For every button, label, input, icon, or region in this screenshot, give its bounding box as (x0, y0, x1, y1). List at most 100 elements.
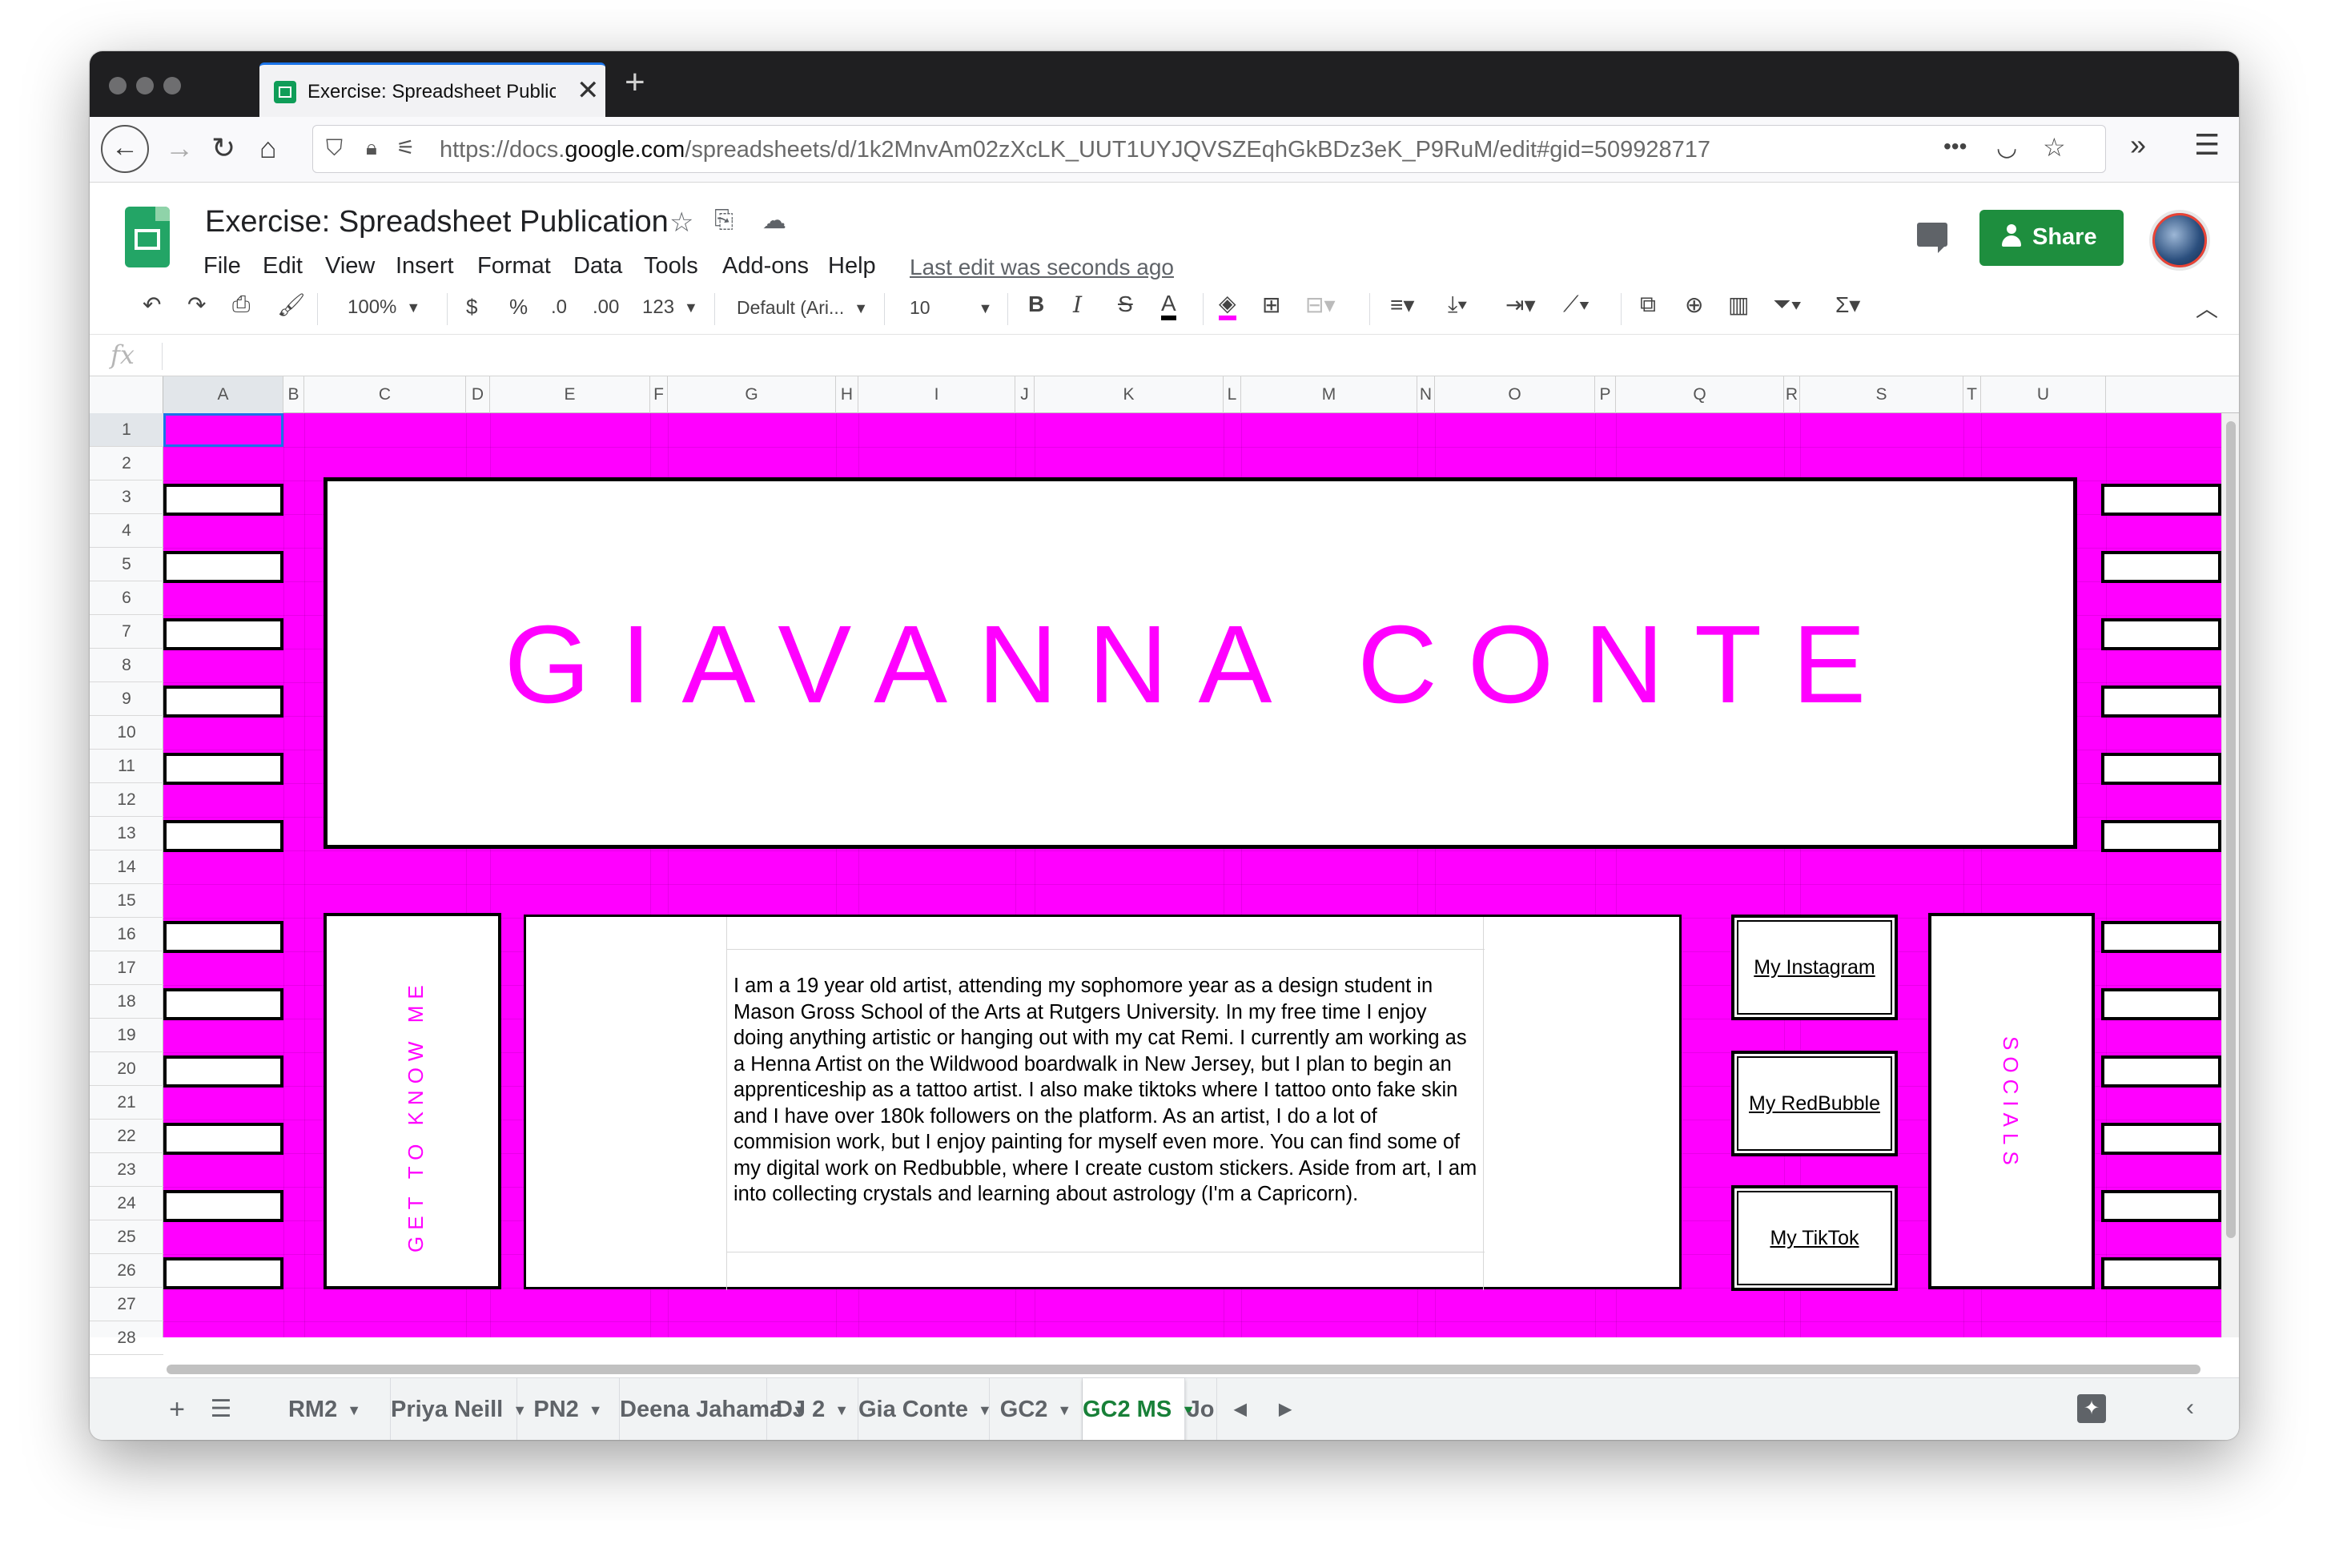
row-header-26[interactable]: 26 (90, 1254, 163, 1288)
tiktok-link-box[interactable]: My TikTok (1731, 1185, 1898, 1291)
url-text[interactable]: https://docs.google.com/spreadsheets/d/1… (440, 137, 1710, 163)
column-header-m[interactable]: M (1241, 376, 1417, 413)
get-to-know-me-panel[interactable]: GET TO KNOW ME (324, 913, 501, 1289)
row-header-8[interactable]: 8 (90, 649, 163, 682)
column-header-n[interactable]: N (1417, 376, 1435, 413)
menu-tools[interactable]: Tools (644, 253, 698, 279)
right-stripe-block[interactable] (2101, 484, 2221, 516)
row-header-20[interactable]: 20 (90, 1052, 163, 1086)
menu-data[interactable]: Data (573, 253, 622, 279)
column-header-l[interactable]: L (1224, 376, 1241, 413)
right-stripe-block[interactable] (2101, 1123, 2221, 1155)
new-tab-button[interactable]: + (625, 62, 645, 103)
star-icon[interactable]: ☆ (669, 207, 693, 239)
hamburger-menu-icon[interactable]: ☰ (2194, 128, 2220, 162)
row-header-2[interactable]: 2 (90, 447, 163, 480)
row-header-3[interactable]: 3 (90, 480, 163, 514)
sheet-tab-gia-conte[interactable]: Gia Conte ▼ (858, 1378, 992, 1440)
row-header-12[interactable]: 12 (90, 783, 163, 817)
font-family-select[interactable]: Default (Ari... ▼ (737, 297, 868, 319)
forward-icon[interactable]: → (165, 131, 194, 165)
left-stripe-block[interactable] (163, 685, 283, 718)
sheet-tab-rm2[interactable]: RM2 ▼ (259, 1378, 391, 1440)
column-header-b[interactable]: B (283, 376, 304, 413)
functions-icon[interactable]: Σ▾ (1835, 291, 1860, 318)
row-header-13[interactable]: 13 (90, 817, 163, 850)
column-header-u[interactable]: U (1981, 376, 2106, 413)
horizontal-scroll-thumb[interactable] (167, 1365, 2200, 1374)
right-stripe-block[interactable] (2101, 618, 2221, 650)
bookmark-star-icon[interactable]: ☆ (2043, 132, 2066, 163)
currency-button[interactable]: $ (466, 295, 477, 320)
column-header-s[interactable]: S (1800, 376, 1963, 413)
sheet-tab-pn2[interactable]: PN2 ▼ (517, 1378, 620, 1440)
row-header-22[interactable]: 22 (90, 1120, 163, 1153)
row-header-15[interactable]: 15 (90, 884, 163, 918)
percent-button[interactable]: % (509, 295, 528, 320)
sheet-canvas[interactable]: GIAVANNA CONTE GET TO KNOW ME I am a 19 … (163, 413, 2221, 1337)
overflow-chevron-icon[interactable]: » (2130, 128, 2146, 162)
comment-history-icon[interactable] (1917, 223, 1947, 253)
left-stripe-block[interactable] (163, 551, 283, 583)
row-header-14[interactable]: 14 (90, 850, 163, 884)
row-header-4[interactable]: 4 (90, 514, 163, 548)
column-header-a[interactable]: A (163, 376, 283, 413)
menu-help[interactable]: Help (828, 253, 876, 279)
page-actions-icon[interactable]: ••• (1943, 134, 1967, 159)
paint-format-icon[interactable]: 🖌︎ (277, 291, 306, 318)
document-title[interactable]: Exercise: Spreadsheet Publication (205, 205, 669, 239)
row-header-11[interactable]: 11 (90, 750, 163, 783)
column-header-f[interactable]: F (650, 376, 668, 413)
row-header-24[interactable]: 24 (90, 1187, 163, 1220)
italic-button[interactable]: I (1073, 291, 1082, 318)
print-icon[interactable]: ⎙ (232, 291, 250, 318)
formula-input[interactable] (170, 335, 2220, 376)
chevron-down-icon[interactable]: ▼ (347, 1402, 361, 1418)
row-header-6[interactable]: 6 (90, 581, 163, 615)
close-window-icon[interactable] (109, 77, 127, 94)
explore-icon[interactable]: ✦ (2077, 1394, 2106, 1423)
right-stripe-block[interactable] (2101, 1190, 2221, 1222)
strikethrough-button[interactable]: S (1118, 291, 1133, 317)
permissions-icon[interactable]: ⚟ (396, 135, 415, 160)
horizontal-align-icon[interactable]: ≡▾ (1390, 291, 1414, 318)
insert-link-icon[interactable]: ⧉ (1640, 291, 1656, 318)
select-all-corner[interactable] (90, 376, 163, 413)
row-header-10[interactable]: 10 (90, 716, 163, 750)
lock-icon[interactable]: 🔒︎ (366, 135, 377, 161)
row-header-16[interactable]: 16 (90, 918, 163, 951)
redbubble-link[interactable]: My RedBubble (1734, 1092, 1895, 1116)
row-header-9[interactable]: 9 (90, 682, 163, 716)
left-stripe-block[interactable] (163, 1190, 283, 1222)
column-header-j[interactable]: J (1015, 376, 1035, 413)
zoom-select[interactable]: 100% ▼ (348, 296, 420, 319)
column-header-o[interactable]: O (1435, 376, 1595, 413)
column-header-p[interactable]: P (1595, 376, 1616, 413)
row-header-18[interactable]: 18 (90, 985, 163, 1019)
menu-addons[interactable]: Add-ons (722, 253, 809, 279)
chevron-down-icon[interactable]: ▼ (589, 1402, 603, 1418)
column-header-h[interactable]: H (836, 376, 858, 413)
column-header-q[interactable]: Q (1616, 376, 1784, 413)
row-header-23[interactable]: 23 (90, 1153, 163, 1187)
sheet-tab-priya-neill[interactable]: Priya Neill ▼ (391, 1378, 527, 1440)
text-color-button[interactable]: A (1161, 291, 1176, 320)
text-rotation-icon[interactable]: ⟋▾ (1563, 291, 1590, 318)
right-stripe-block[interactable] (2101, 988, 2221, 1020)
selected-cell-a1[interactable] (163, 413, 283, 447)
sheet-tab-gc2[interactable]: GC2 ▼ (990, 1378, 1083, 1440)
scroll-tabs-left-icon[interactable]: ◀ (1220, 1378, 1260, 1440)
row-header-5[interactable]: 5 (90, 548, 163, 581)
sheet-tab-deena-jahama[interactable]: Deena Jahama ▼ (620, 1378, 806, 1440)
insert-comment-icon[interactable]: ⊕ (1685, 291, 1703, 318)
right-stripe-block[interactable] (2101, 820, 2221, 852)
column-header-k[interactable]: K (1035, 376, 1224, 413)
column-header-e[interactable]: E (490, 376, 650, 413)
instagram-link[interactable]: My Instagram (1734, 956, 1895, 979)
shield-icon[interactable]: ⛉ (326, 135, 343, 162)
sheet-tab-jo[interactable]: Jo (1185, 1378, 1217, 1440)
insert-chart-icon[interactable]: ▥ (1728, 291, 1749, 318)
left-stripe-block[interactable] (163, 618, 283, 650)
left-stripe-block[interactable] (163, 988, 283, 1020)
column-header-g[interactable]: G (668, 376, 836, 413)
